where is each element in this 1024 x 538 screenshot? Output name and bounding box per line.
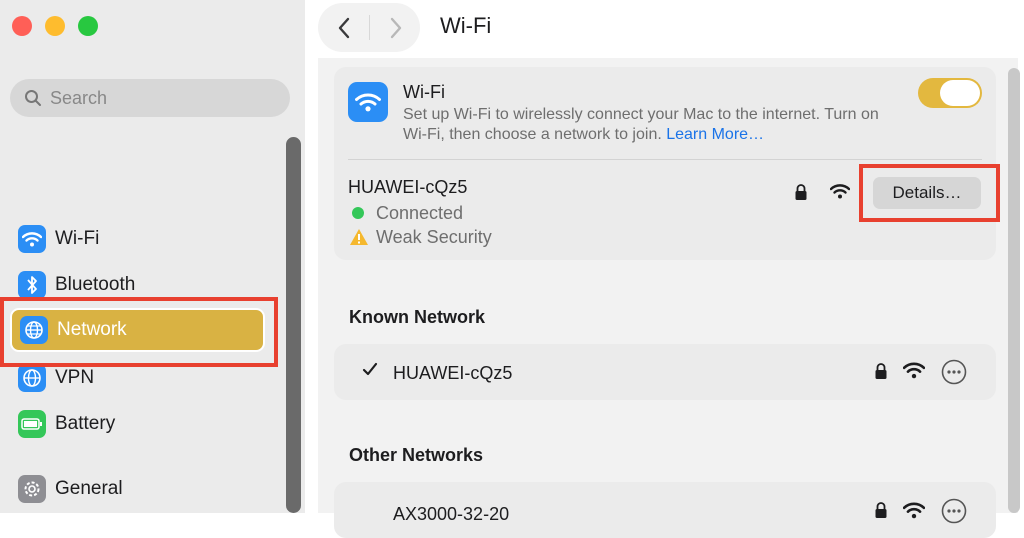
wifi-card-description: Set up Wi-Fi to wirelessly connect your … (403, 105, 903, 145)
known-network-heading: Known Network (349, 307, 486, 327)
more-options-icon[interactable] (941, 359, 967, 390)
sidebar-item-battery[interactable]: Battery (10, 402, 265, 446)
search-icon (25, 90, 41, 106)
details-button[interactable]: Details… (873, 177, 981, 209)
sidebar-item-label: Bluetooth (55, 274, 136, 295)
sidebar-item-wifi[interactable]: Wi-Fi (10, 217, 265, 261)
sidebar-item-bluetooth[interactable]: Bluetooth (10, 263, 265, 307)
wifi-signal-icon (829, 183, 851, 204)
sidebar-item-label: VPN (55, 367, 95, 388)
sidebar-scrollbar[interactable] (286, 137, 301, 513)
more-options-icon[interactable] (941, 498, 967, 529)
sidebar-item-label: Battery (55, 413, 116, 434)
warning-icon (349, 228, 369, 251)
globe-icon (18, 364, 46, 392)
page-title: Wi-Fi (440, 13, 492, 38)
search-placeholder: Search (50, 87, 108, 108)
sidebar-item-network[interactable]: Network (10, 308, 265, 352)
wifi-icon (18, 225, 46, 253)
forward-button[interactable] (380, 12, 412, 44)
globe-icon (20, 316, 48, 344)
minimize-window-button[interactable] (45, 16, 65, 36)
divider (348, 159, 982, 160)
zoom-window-button[interactable] (78, 16, 98, 36)
wifi-icon (348, 82, 388, 122)
back-button[interactable] (328, 12, 360, 44)
checkmark-icon (362, 360, 378, 383)
weak-security-text: Weak Security (376, 227, 492, 247)
chevron-right-icon (390, 17, 402, 39)
wifi-description-text: Set up Wi-Fi to wirelessly connect your … (403, 106, 879, 143)
wifi-card-title: Wi-Fi (403, 82, 445, 102)
sidebar-item-label: General (55, 478, 123, 499)
bluetooth-icon (18, 271, 46, 299)
close-window-button[interactable] (12, 16, 32, 36)
connected-status-dot (352, 207, 364, 219)
current-network-name: HUAWEI-cQz5 (348, 177, 468, 197)
wifi-signal-icon (902, 361, 926, 384)
sidebar-item-label: Wi-Fi (55, 228, 100, 249)
connected-status-text: Connected (376, 203, 464, 223)
battery-icon (18, 410, 46, 438)
lock-icon (794, 183, 808, 206)
other-network-name: AX3000-32-20 (393, 504, 510, 524)
known-network-name: HUAWEI-cQz5 (393, 363, 513, 383)
sidebar-item-vpn[interactable]: VPN (10, 356, 265, 400)
sidebar: Search Wi-Fi Bluetooth Network VPN Batte… (0, 0, 305, 513)
content-scrollbar[interactable] (1008, 68, 1020, 513)
nav-divider (369, 15, 370, 40)
sidebar-item-label: Network (57, 319, 127, 340)
wifi-toggle-knob (940, 80, 980, 106)
other-networks-heading: Other Networks (349, 445, 484, 465)
search-input[interactable]: Search (10, 79, 290, 117)
gear-icon (18, 475, 46, 503)
sidebar-item-general[interactable]: General (10, 467, 265, 511)
lock-icon (874, 362, 888, 385)
chevron-left-icon (338, 17, 350, 39)
learn-more-link[interactable]: Learn More… (666, 126, 764, 143)
